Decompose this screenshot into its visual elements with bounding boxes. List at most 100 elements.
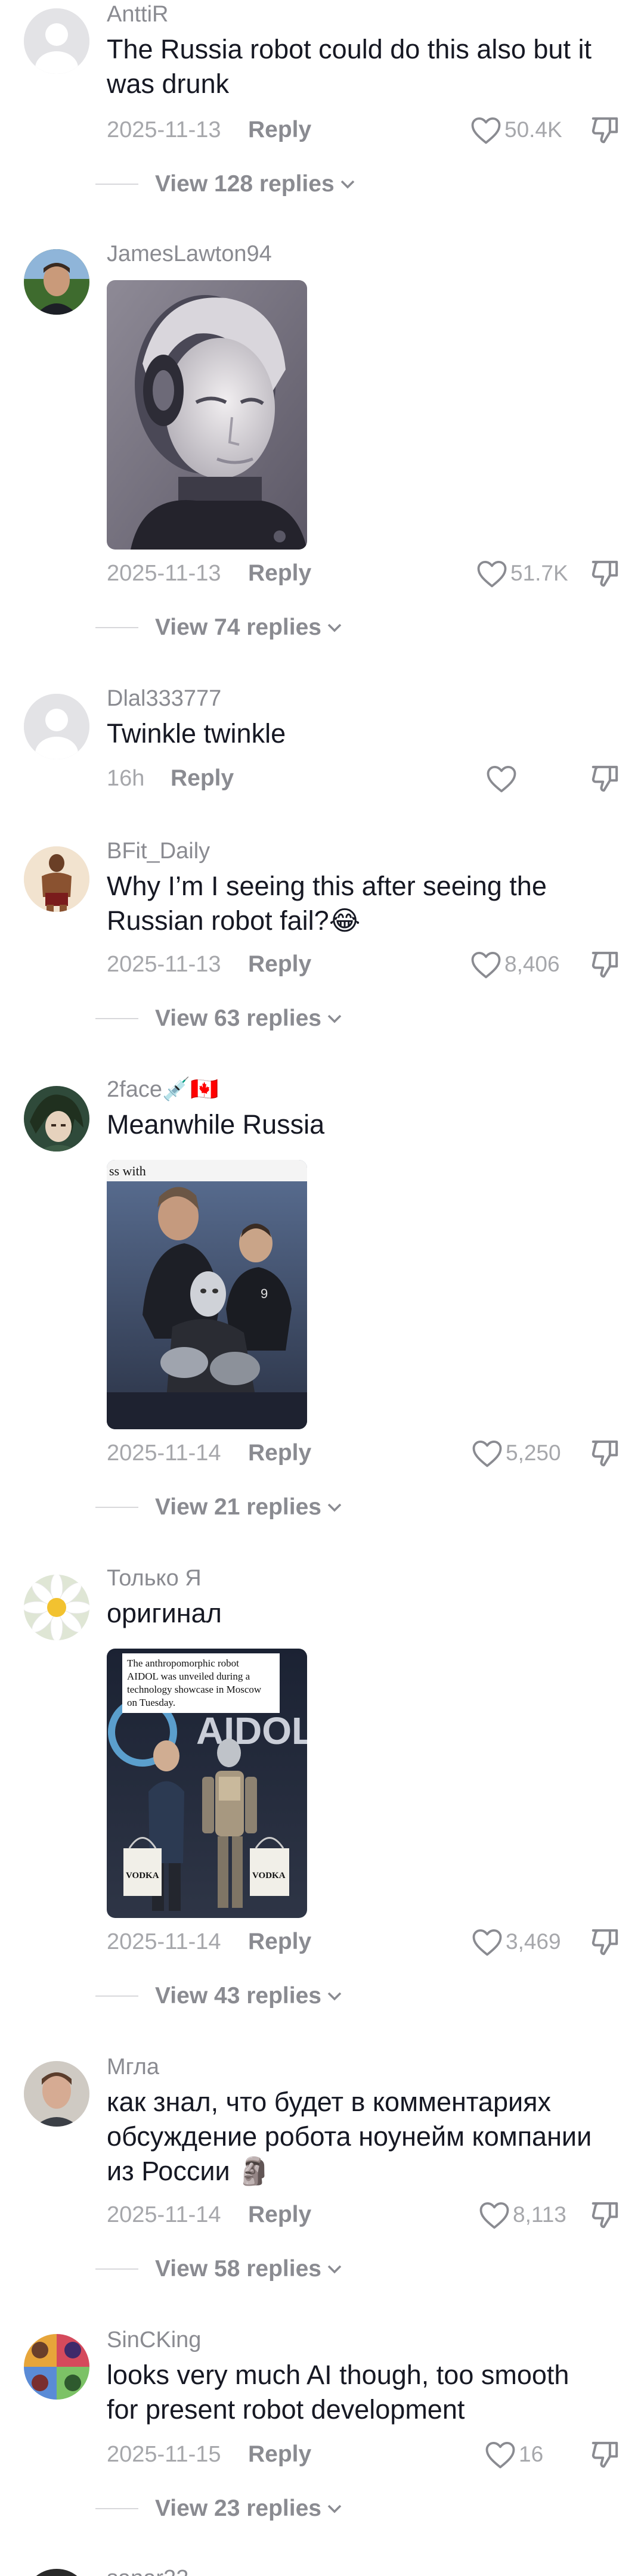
chevron-down-icon [327, 1503, 342, 1512]
avatar[interactable] [24, 1086, 89, 1152]
user-photo-avatar [24, 249, 89, 315]
dislike-button[interactable] [589, 2198, 621, 2232]
reply-button[interactable]: Reply [248, 951, 311, 977]
username[interactable]: SinCKing [107, 2327, 201, 2353]
comment-feed: AnttiR The Russia robot could do this al… [0, 0, 644, 2576]
comment-text: как знал, что будет в комментариях обсуж… [107, 2085, 626, 2189]
view-replies-button[interactable]: View 128 replies [95, 169, 356, 199]
reply-button[interactable]: Reply [248, 1929, 311, 1955]
like-count: 8,113 [513, 2202, 566, 2227]
comment-text: The Russia robot could do this also but … [107, 32, 626, 101]
robot-head-image [107, 280, 307, 550]
reply-button[interactable]: Reply [248, 2202, 311, 2228]
avatar[interactable] [24, 2334, 89, 2400]
media-bag-label: VODKA [252, 1871, 286, 1880]
view-replies-label: View 74 replies [155, 614, 321, 640]
avatar[interactable] [24, 2569, 89, 2576]
username[interactable]: Мгла [107, 2054, 159, 2080]
comment-date: 2025-11-14 [107, 2202, 221, 2227]
avatar[interactable] [24, 2061, 89, 2127]
dislike-button[interactable] [589, 1436, 621, 1470]
user-photo-avatar [24, 846, 89, 912]
view-replies-button[interactable]: View 63 replies [95, 1004, 343, 1033]
avatar[interactable] [24, 846, 89, 912]
username[interactable]: sanar22 [107, 2565, 188, 2576]
view-replies-button[interactable]: View 74 replies [95, 613, 343, 643]
default-avatar-icon [24, 694, 89, 759]
view-replies-label: View 43 replies [155, 1983, 321, 2009]
comment-image-aidol[interactable]: AIDOL The anthropomorphic robot AIDOL wa… [107, 1649, 307, 1918]
comment-date: 2025-11-13 [107, 117, 221, 142]
reply-button[interactable]: Reply [248, 117, 311, 143]
user-photo-avatar [24, 2569, 89, 2576]
chevron-down-icon [327, 2504, 342, 2513]
comment-date: 16h [107, 766, 145, 791]
anime-avatar [24, 1086, 89, 1152]
like-button[interactable]: 5,250 [471, 1436, 561, 1470]
comment-image-robot-head[interactable] [107, 280, 307, 550]
username[interactable]: 2face💉🇨🇦 [107, 1076, 219, 1103]
heart-outline-icon [472, 1440, 502, 1467]
media-caption-line: technology showcase in Moscow [127, 1684, 262, 1695]
comment-image-men-robot[interactable]: ss with 9 [107, 1160, 307, 1429]
thumbs-down-icon [592, 765, 618, 792]
like-button[interactable]: 50.4K [470, 113, 562, 147]
comment-partial-next: sanar22 [0, 2557, 644, 2576]
divider [95, 2268, 138, 2270]
like-button[interactable] [485, 762, 518, 795]
chevron-down-icon [327, 2265, 342, 2274]
heart-outline-icon [485, 2441, 515, 2469]
view-replies-label: View 128 replies [155, 171, 335, 197]
thumbs-down-icon [592, 117, 618, 144]
reply-button[interactable]: Reply [248, 1440, 311, 1466]
view-replies-button[interactable]: View 21 replies [95, 1492, 343, 1522]
thumbs-down-icon [592, 951, 618, 978]
like-button[interactable]: 51.7K [476, 557, 568, 590]
svg-text:9: 9 [261, 1286, 268, 1301]
reply-button[interactable]: Reply [248, 560, 311, 586]
view-replies-button[interactable]: View 43 replies [95, 1981, 343, 2011]
comment-text-line: Meanwhile Russia [107, 1109, 325, 1140]
username[interactable]: JamesLawton94 [107, 241, 272, 267]
dislike-button[interactable] [589, 557, 621, 590]
divider [95, 184, 138, 185]
chevron-down-icon [327, 1992, 342, 2001]
comment-text-line: for present robot development [107, 2394, 465, 2425]
dislike-button[interactable] [589, 2438, 621, 2471]
view-replies-button[interactable]: View 58 replies [95, 2254, 343, 2284]
like-button[interactable]: 8,113 [478, 2198, 566, 2232]
reply-button[interactable]: Reply [248, 2441, 311, 2468]
media-caption-line: AIDOL was unveiled during a [127, 1671, 250, 1682]
view-replies-button[interactable]: View 23 replies [95, 2494, 343, 2524]
chevron-down-icon [340, 180, 354, 189]
thumbs-down-icon [592, 560, 618, 587]
like-button[interactable]: 3,469 [471, 1925, 561, 1959]
like-button[interactable]: 16 [484, 2438, 543, 2471]
username[interactable]: Dlal333777 [107, 685, 221, 712]
dislike-button[interactable] [589, 113, 621, 147]
comment-text-line: Russian robot fail?😂 [107, 905, 361, 936]
avatar[interactable] [24, 8, 89, 74]
heart-outline-icon [479, 2202, 509, 2229]
username[interactable]: AnttiR [107, 1, 168, 27]
like-button[interactable]: 8,406 [470, 948, 560, 981]
comment-text-line: как знал, что будет в комментариях [107, 2087, 551, 2117]
media-caption-line: on Tuesday. [127, 1697, 175, 1708]
avatar[interactable] [24, 1575, 89, 1640]
username[interactable]: Только Я [107, 1565, 202, 1591]
reply-button[interactable]: Reply [171, 765, 234, 792]
dislike-button[interactable] [589, 948, 621, 981]
heart-outline-icon [487, 765, 516, 793]
comment-text: looks very much AI though, too smooth fo… [107, 2358, 626, 2427]
daisy-avatar [24, 1575, 89, 1640]
username-text: 2face💉🇨🇦 [107, 1077, 219, 1102]
comment-text-line: looks very much AI though, too smooth [107, 2360, 569, 2390]
chevron-down-icon [327, 1014, 342, 1023]
dislike-button[interactable] [589, 762, 621, 795]
like-count: 16 [519, 2442, 544, 2466]
avatar[interactable] [24, 249, 89, 315]
comment-text-line: Why I’m I seeing this after seeing the [107, 871, 547, 901]
username[interactable]: BFit_Daily [107, 838, 210, 864]
dislike-button[interactable] [589, 1925, 621, 1959]
avatar[interactable] [24, 694, 89, 759]
